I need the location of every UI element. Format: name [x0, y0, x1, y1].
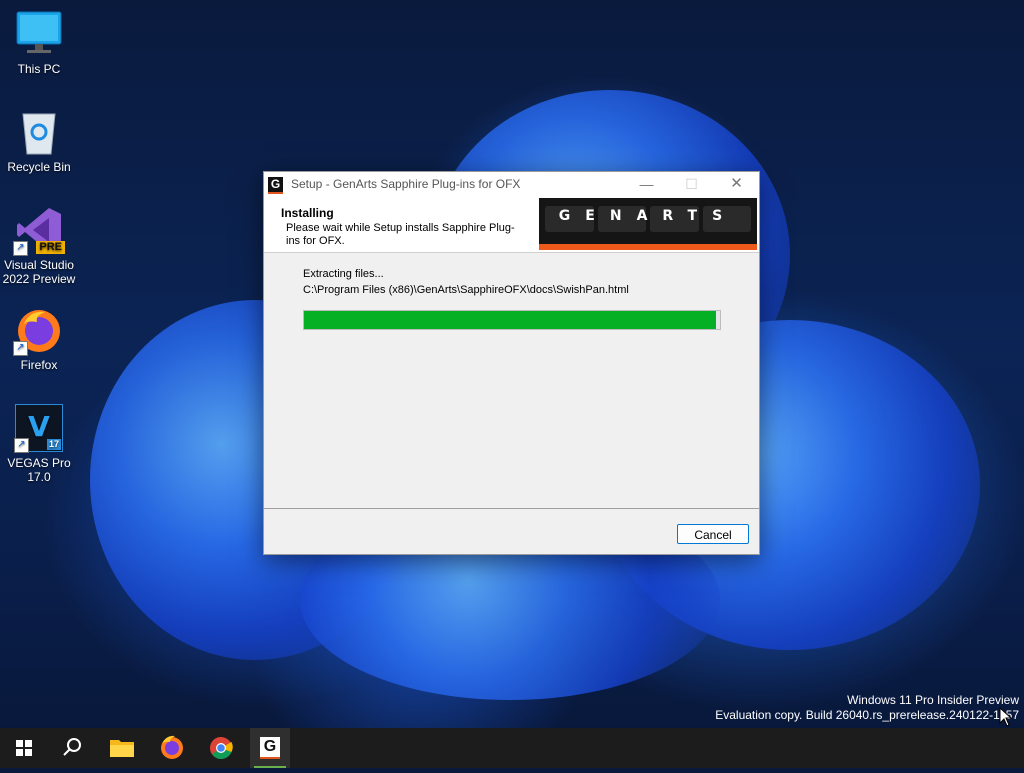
search-icon [63, 738, 81, 756]
title-bar[interactable]: G Setup - GenArts Sapphire Plug-ins for … [264, 172, 759, 196]
header-title: Installing [281, 206, 334, 220]
desktop-icon-label: This PC [17, 62, 61, 76]
wizard-header: Installing Please wait while Setup insta… [264, 196, 759, 253]
taskbar-firefox[interactable] [152, 728, 192, 768]
visual-studio-icon: PRE ↗ [13, 206, 65, 256]
window-title: Setup - GenArts Sapphire Plug-ins for OF… [291, 177, 521, 191]
cancel-button[interactable]: Cancel [677, 524, 749, 544]
windows-watermark: Windows 11 Pro Insider Preview Evaluatio… [715, 693, 1019, 723]
recycle-bin-icon [15, 108, 63, 156]
shortcut-arrow-icon: ↗ [13, 341, 28, 356]
taskbar-genarts-setup[interactable]: G [250, 728, 290, 768]
desktop-icon-label: Recycle Bin [7, 160, 71, 174]
desktop-icon-visual-studio[interactable]: PRE ↗ Visual Studio 2022 Preview [0, 206, 78, 286]
taskbar: G [0, 728, 1024, 768]
progress-fill [304, 311, 716, 329]
genarts-logo: GENARTS [539, 198, 757, 250]
status-text: Extracting files... [303, 268, 384, 280]
desktop-icon-label: VEGAS Pro 17.0 [7, 456, 71, 484]
current-file-path: C:\Program Files (x86)\GenArts\SapphireO… [303, 284, 629, 296]
genarts-app-icon: G [260, 737, 280, 757]
shortcut-arrow-icon: ↗ [13, 241, 28, 256]
start-button[interactable] [4, 728, 44, 768]
firefox-icon [161, 735, 183, 759]
firefox-icon: ↗ [13, 306, 63, 356]
monitor-icon [15, 10, 63, 58]
watermark-edition: Windows 11 Pro Insider Preview [847, 693, 1019, 707]
taskbar-file-explorer[interactable] [102, 728, 142, 768]
chrome-icon [210, 737, 233, 760]
watermark-build: Evaluation copy. Build 26040.rs_prerelea… [715, 708, 1019, 722]
version-badge: 17 [46, 439, 61, 450]
vegas-pro-icon: V 17 ↗ [14, 404, 63, 453]
desktop-icon-vegas-pro[interactable]: V 17 ↗ VEGAS Pro 17.0 [0, 404, 78, 484]
shortcut-arrow-icon: ↗ [14, 438, 29, 453]
windows-logo-icon [16, 740, 32, 756]
desktop-icon-label: Firefox [20, 358, 58, 372]
logo-text: GENARTS [558, 208, 738, 224]
genarts-app-icon: G [268, 176, 283, 194]
desktop-icon-this-pc[interactable]: This PC [0, 10, 78, 76]
footer-separator [264, 508, 759, 509]
header-subtitle: Please wait while Setup installs Sapphir… [286, 222, 515, 247]
desktop-icon-firefox[interactable]: ↗ Firefox [0, 306, 78, 372]
close-button[interactable]: ✕ [714, 172, 759, 196]
taskbar-chrome[interactable] [201, 728, 241, 768]
desktop-icon-label: Visual Studio 2022 Preview [2, 258, 76, 286]
maximize-button: ☐ [685, 176, 698, 192]
folder-icon [110, 740, 134, 757]
preview-badge: PRE [36, 241, 65, 254]
progress-bar [303, 310, 721, 330]
minimize-button[interactable]: — [624, 172, 669, 196]
setup-dialog: G Setup - GenArts Sapphire Plug-ins for … [263, 171, 760, 555]
desktop-icon-recycle-bin[interactable]: Recycle Bin [0, 108, 78, 174]
search-button[interactable] [52, 728, 92, 768]
